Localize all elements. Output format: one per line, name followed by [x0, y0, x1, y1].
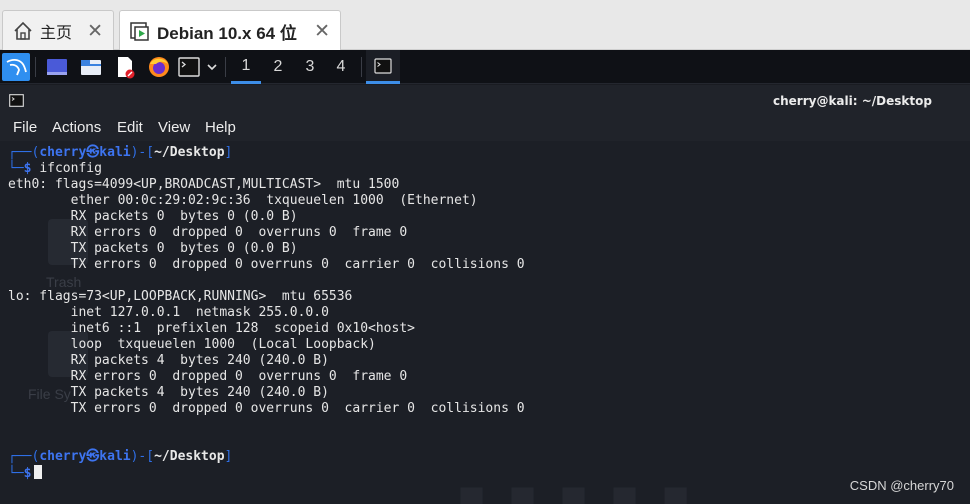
workspace-4[interactable]: 4 [326, 50, 356, 84]
vm-running-icon [130, 22, 149, 41]
command-text: ifconfig [39, 161, 102, 176]
chevron-down-icon [207, 64, 217, 71]
folder-icon [81, 60, 101, 75]
prompt-line-top: ┌──(cherry㉿kali)-[~/Desktop] [8, 449, 233, 464]
output-line: inet6 ::1 prefixlen 128 scopeid 0x10<hos… [8, 321, 415, 336]
text-editor-button[interactable] [110, 53, 140, 81]
terminal-icon [178, 57, 200, 77]
menu-edit[interactable]: Edit [117, 119, 143, 136]
output-line: ether 00:0c:29:02:9c:36 txqueuelen 1000 … [8, 193, 478, 208]
workspace-1[interactable]: 1 [231, 50, 261, 84]
terminal-dropdown-button[interactable] [203, 53, 221, 81]
output-line: TX errors 0 dropped 0 overruns 0 carrier… [8, 257, 525, 272]
terminal-titlebar[interactable]: cherry@kali: ~/Desktop [0, 85, 970, 115]
terminal-window-title: cherry@kali: ~/Desktop [773, 94, 932, 108]
terminal-icon [9, 94, 24, 107]
terminal-launcher-button[interactable] [177, 53, 201, 81]
home-icon [14, 21, 32, 40]
output-line: eth0: flags=4099<UP,BROADCAST,MULTICAST>… [8, 177, 400, 192]
file-manager-button[interactable] [76, 53, 106, 81]
output-line: inet 127.0.0.1 netmask 255.0.0.0 [8, 305, 329, 320]
panel-separator [225, 57, 226, 77]
desktop-icon [47, 59, 67, 75]
kali-dragon-icon [6, 58, 27, 76]
output-line: loop txqueuelen 1000 (Local Loopback) [8, 337, 376, 352]
menu-view[interactable]: View [158, 119, 190, 136]
prompt-line-command: └─$ ifconfig [8, 161, 102, 176]
tab-debian-vm[interactable]: Debian 10.x 64 位 ✕ [119, 10, 341, 51]
desktop-label-trash: Trash [46, 274, 82, 290]
output-line: RX errors 0 dropped 0 overruns 0 frame 0 [8, 225, 408, 240]
taskbar-terminal-window[interactable] [366, 50, 400, 84]
output-line: TX packets 0 bytes 0 (0.0 B) [8, 241, 298, 256]
prompt-line-top: ┌──(cherry㉿kali)-[~/Desktop] [8, 145, 233, 160]
output-line: RX packets 4 bytes 240 (240.0 B) [8, 353, 329, 368]
output-line: RX packets 0 bytes 0 (0.0 B) [8, 209, 298, 224]
tab-vm-label: Debian 10.x 64 位 [157, 23, 297, 43]
firefox-button[interactable] [144, 53, 174, 81]
show-desktop-button[interactable] [42, 53, 72, 81]
output-line: TX packets 4 bytes 240 (240.0 B) [8, 385, 329, 400]
output-line: RX errors 0 dropped 0 overruns 0 frame 0 [8, 369, 408, 384]
vm-tab-bar: 主页 ✕ Debian 10.x 64 位 ✕ [0, 0, 970, 51]
kali-panel: 1 2 3 4 [0, 50, 970, 84]
output-line: lo: flags=73<UP,LOOPBACK,RUNNING> mtu 65… [8, 289, 353, 304]
tab-home-label: 主页 [40, 24, 73, 42]
firefox-icon [149, 57, 169, 77]
kali-menu-button[interactable] [2, 53, 30, 81]
menu-file[interactable]: File [13, 119, 37, 136]
prompt-line-input[interactable]: └─$ [8, 465, 43, 481]
close-icon[interactable]: ✕ [314, 20, 330, 43]
menu-actions[interactable]: Actions [52, 119, 101, 136]
panel-separator [361, 57, 362, 77]
terminal-menubar: File Actions Edit View Help [0, 115, 970, 141]
terminal-icon [374, 57, 392, 74]
close-icon[interactable]: ✕ [87, 20, 103, 43]
csdn-watermark: CSDN @cherry70 [849, 478, 954, 493]
tab-home[interactable]: 主页 ✕ [2, 10, 114, 50]
text-cursor [34, 465, 43, 479]
output-line: TX errors 0 dropped 0 overruns 0 carrier… [8, 401, 525, 416]
menu-help[interactable]: Help [205, 119, 236, 136]
workspace-3[interactable]: 3 [295, 50, 325, 84]
terminal-output-area[interactable]: Trash File Sy ▮▮▮▮▮ ┌──(cherry㉿kali)-[~/… [0, 141, 970, 504]
workspace-2[interactable]: 2 [263, 50, 293, 84]
text-editor-icon [118, 57, 135, 79]
panel-separator [35, 57, 36, 77]
